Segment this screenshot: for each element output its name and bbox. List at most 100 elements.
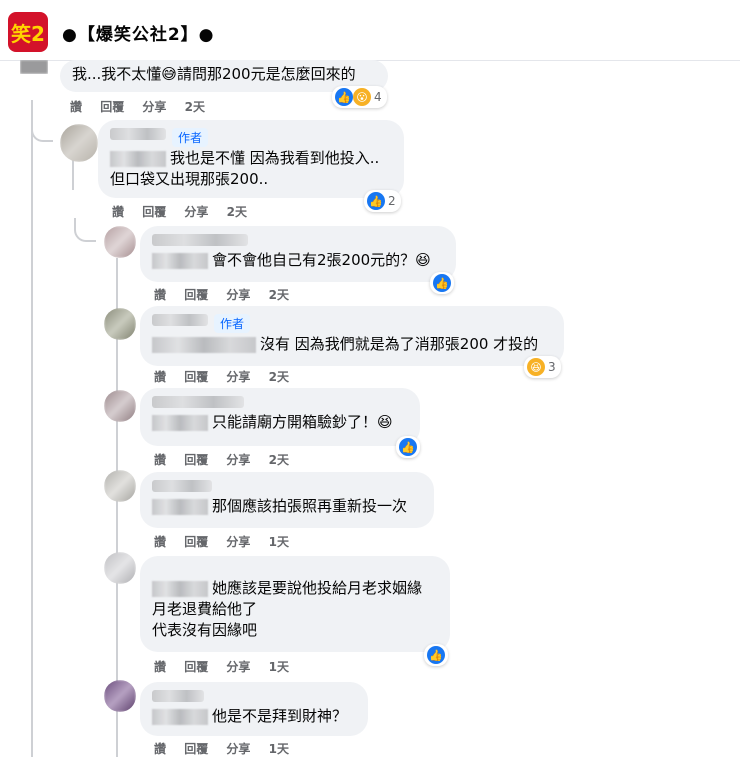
comment-text: 我...我不太懂😅請問那200元是怎麼回來的 <box>72 65 356 83</box>
commenter-name[interactable] <box>152 396 244 408</box>
like-reaction-icon: 👍 <box>399 438 417 456</box>
reaction-summary[interactable]: 👍 <box>424 644 448 666</box>
share-button[interactable]: 分享 <box>226 368 250 385</box>
like-reaction-icon: 👍 <box>433 274 451 292</box>
like-button[interactable]: 讚 <box>154 368 166 385</box>
timestamp[interactable]: 2天 <box>269 451 289 468</box>
share-button[interactable]: 分享 <box>226 740 250 757</box>
like-button[interactable]: 讚 <box>154 451 166 468</box>
reply-button[interactable]: 回覆 <box>184 286 208 303</box>
like-reaction-icon: 👍 <box>335 88 353 106</box>
reply-button[interactable]: 回覆 <box>142 203 166 220</box>
reaction-count: 3 <box>548 360 556 374</box>
avatar[interactable] <box>104 308 136 340</box>
share-button[interactable]: 分享 <box>184 203 208 220</box>
comment-bubble: 只能請廟方開箱驗鈔了！😆 <box>140 388 420 446</box>
commenter-name[interactable] <box>152 234 248 246</box>
comment-bubble: 作者 我也是不懂 因為我看到他投入.. 但口袋又出現那張200.. <box>98 120 404 198</box>
author-badge: 作者 <box>172 128 209 147</box>
thread-line <box>31 100 33 757</box>
timestamp[interactable]: 2天 <box>269 286 289 303</box>
comment-bubble: 他是不是拜到財神？ <box>140 682 368 736</box>
reply-button[interactable]: 回覆 <box>184 368 208 385</box>
reaction-summary[interactable]: 👍 <box>430 272 454 294</box>
comment-actions: 讚 回覆 分享 1天 <box>154 658 303 675</box>
share-button[interactable]: 分享 <box>226 533 250 550</box>
comment-bubble: 會不會他自己有2張200元的？😆 <box>140 226 456 282</box>
redacted-name <box>152 708 208 725</box>
share-button[interactable]: 分享 <box>226 658 250 675</box>
timestamp[interactable]: 2天 <box>185 98 205 115</box>
comment-bubble: 作者 沒有 因為我們就是為了消那張200 才投的 <box>140 306 564 366</box>
like-button[interactable]: 讚 <box>70 98 82 115</box>
thread-connector <box>74 218 96 242</box>
redacted-name <box>110 150 166 167</box>
comment-actions: 讚 回覆 分享 2天 <box>154 451 303 468</box>
redacted-name <box>152 252 208 269</box>
timestamp[interactable]: 2天 <box>269 368 289 385</box>
reply-button[interactable]: 回覆 <box>184 740 208 757</box>
avatar[interactable] <box>60 124 98 162</box>
comment-actions: 讚 回覆 分享 2天 <box>154 286 303 303</box>
wow-reaction-icon: 😮 <box>353 88 371 106</box>
reply-button[interactable]: 回覆 <box>100 98 124 115</box>
comment-text: 她應該是要說他投給月老求姻緣 月老退費給他了 代表沒有因緣吧 <box>152 579 423 639</box>
comment-text: 只能請廟方開箱驗鈔了！😆 <box>152 412 408 433</box>
comment-text: 會不會他自己有2張200元的？😆 <box>152 250 444 271</box>
comment-actions: 讚 回覆 分享 2天 <box>70 98 219 115</box>
redacted-name <box>152 414 208 431</box>
comment-bubble: 她應該是要說他投給月老求姻緣 月老退費給他了 代表沒有因緣吧 <box>140 556 450 652</box>
reply-button[interactable]: 回覆 <box>184 658 208 675</box>
reply-button[interactable]: 回覆 <box>184 451 208 468</box>
share-button[interactable]: 分享 <box>142 98 166 115</box>
share-button[interactable]: 分享 <box>226 286 250 303</box>
avatar[interactable] <box>104 470 136 502</box>
redacted-name <box>152 336 256 353</box>
like-reaction-icon: 👍 <box>427 646 445 664</box>
reply-button[interactable]: 回覆 <box>184 533 208 550</box>
timestamp[interactable]: 1天 <box>269 533 289 550</box>
like-button[interactable]: 讚 <box>154 286 166 303</box>
reaction-summary[interactable]: 👍 😮 4 <box>332 86 387 108</box>
like-button[interactable]: 讚 <box>112 203 124 220</box>
page-name[interactable]: ●【爆笑公社2】● <box>62 20 215 45</box>
author-name[interactable] <box>110 128 166 140</box>
redacted-name <box>152 580 208 597</box>
comment-text: 他是不是拜到財神？ <box>152 706 356 727</box>
reaction-summary[interactable]: 😆 3 <box>524 356 561 378</box>
avatar[interactable] <box>104 680 136 712</box>
commenter-name[interactable] <box>152 690 204 702</box>
reaction-summary[interactable]: 👍 <box>396 436 420 458</box>
author-badge: 作者 <box>214 314 251 333</box>
post-header: 笑2 ●【爆笑公社2】● <box>0 0 740 61</box>
avatar[interactable] <box>104 226 136 258</box>
reaction-summary[interactable]: 👍 2 <box>364 190 401 212</box>
commenter-name[interactable] <box>152 480 212 492</box>
logo-text: 笑2 <box>11 21 45 46</box>
like-button[interactable]: 讚 <box>154 533 166 550</box>
like-button[interactable]: 讚 <box>154 740 166 757</box>
comment-actions: 讚 回覆 分享 2天 <box>154 368 303 385</box>
redacted-name <box>152 498 208 515</box>
comment-text: 我也是不懂 因為我看到他投入.. 但口袋又出現那張200.. <box>110 149 380 188</box>
reaction-count: 4 <box>374 90 382 104</box>
comment-actions: 讚 回覆 分享 1天 <box>154 533 303 550</box>
avatar[interactable] <box>20 60 48 74</box>
author-name[interactable] <box>152 314 208 326</box>
comment-actions: 讚 回覆 分享 1天 <box>154 740 303 757</box>
reaction-count: 2 <box>388 194 396 208</box>
comment-bubble: 那個應該拍張照再重新投一次 <box>140 472 434 528</box>
timestamp[interactable]: 1天 <box>269 740 289 757</box>
page-logo[interactable]: 笑2 <box>8 12 48 52</box>
haha-reaction-icon: 😆 <box>527 358 545 376</box>
comment-text: 那個應該拍張照再重新投一次 <box>152 496 422 517</box>
share-button[interactable]: 分享 <box>226 451 250 468</box>
comment-text: 沒有 因為我們就是為了消那張200 才投的 <box>152 334 552 355</box>
avatar[interactable] <box>104 552 136 584</box>
avatar[interactable] <box>104 390 136 422</box>
like-button[interactable]: 讚 <box>154 658 166 675</box>
timestamp[interactable]: 2天 <box>227 203 247 220</box>
timestamp[interactable]: 1天 <box>269 658 289 675</box>
like-reaction-icon: 👍 <box>367 192 385 210</box>
comment-actions: 讚 回覆 分享 2天 <box>112 203 261 220</box>
